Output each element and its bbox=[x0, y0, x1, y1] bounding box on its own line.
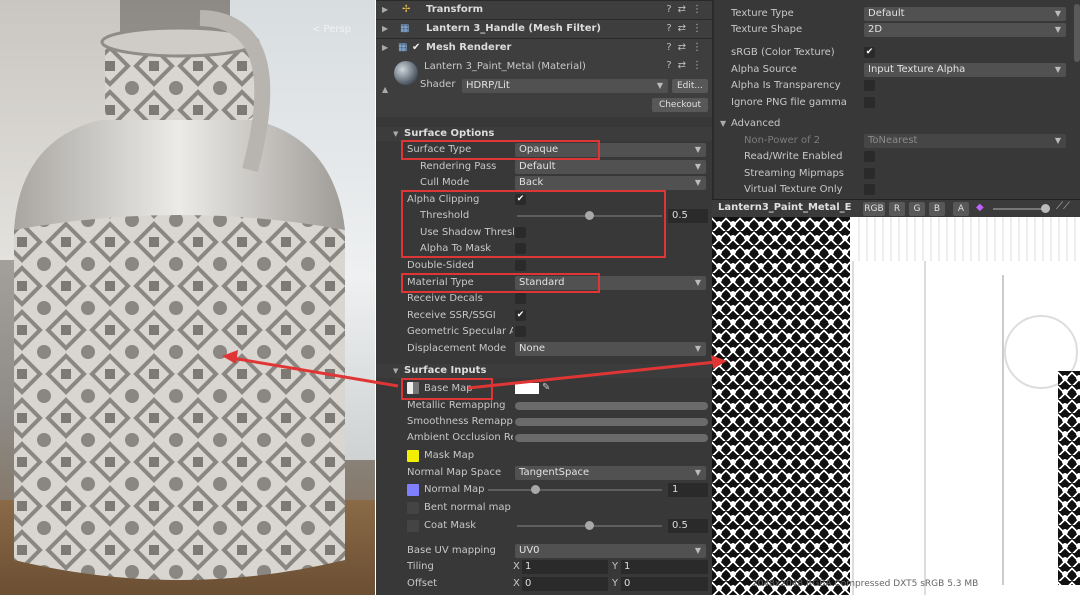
annotation-arrows bbox=[222, 350, 727, 390]
arrow-head bbox=[711, 355, 727, 369]
arrow-head bbox=[222, 350, 238, 364]
arrow-to-texture bbox=[467, 360, 717, 390]
arrow-to-photo bbox=[231, 356, 399, 388]
